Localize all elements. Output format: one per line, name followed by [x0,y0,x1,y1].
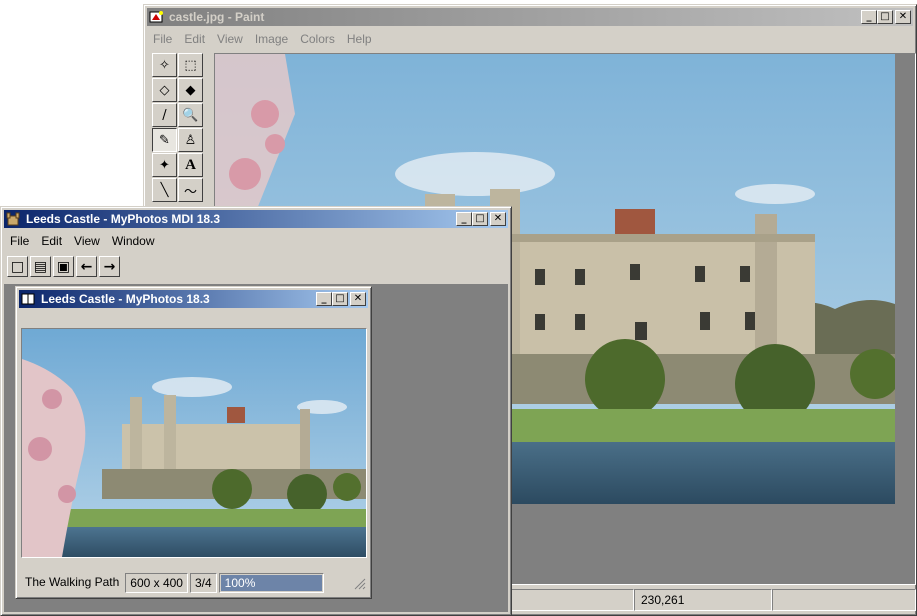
child-status-bar: The Walking Path 600 x 400 3/4 100% [21,572,366,594]
paint-title-bar[interactable]: castle.jpg - Paint _ □ ✕ [147,8,913,26]
child-title-bar[interactable]: Leeds Castle - MyPhotos 18.3 _ □ ✕ [19,290,368,308]
back-arrow-icon[interactable]: ← [76,256,97,277]
magnifier-tool-icon[interactable]: 🔍 [178,103,203,127]
child-minimize-button[interactable]: _ [316,292,332,306]
paint-menu-file[interactable]: File [147,32,178,46]
zoom-progress-fill: 100% [220,575,322,591]
zoom-progress-panel: 100% [218,573,324,593]
rect-select-tool-icon[interactable]: ⬚ [178,53,203,77]
new-file-icon[interactable]: □ [7,256,28,277]
photo-position: 3/4 [189,573,217,593]
paint-minimize-button[interactable]: _ [861,10,877,24]
paint-menu-image[interactable]: Image [249,32,294,46]
castle-app-icon [6,212,22,226]
child-castle-image [22,329,366,557]
mdi-minimize-button[interactable]: _ [456,212,472,226]
airbrush-tool-icon[interactable]: ✦ [152,153,177,177]
photo-dimensions: 600 x 400 [125,573,188,593]
mdi-maximize-button[interactable]: □ [472,212,488,226]
mdi-close-button[interactable]: ✕ [490,212,506,226]
free-select-tool-icon[interactable]: ✧ [152,53,177,77]
mdi-title-bar[interactable]: Leeds Castle - MyPhotos MDI 18.3 _ □ ✕ [4,210,508,228]
paint-menu-colors[interactable]: Colors [294,32,341,46]
paint-status-coords: 230,261 [634,589,772,611]
photo-caption: The Walking Path [25,575,120,589]
mdi-menu-file[interactable]: File [4,234,35,248]
mdi-menu-bar: File Edit View Window [4,232,508,250]
paint-menu-edit[interactable]: Edit [178,32,211,46]
mdi-menu-view[interactable]: View [68,234,106,248]
paint-menu-bar: File Edit View Image Colors Help [147,30,913,48]
child-window-title: Leeds Castle - MyPhotos 18.3 [41,292,210,306]
line-tool-icon[interactable]: ╲ [152,178,177,202]
paint-toolbox: ✧ ⬚ ◇ ◆ / 🔍 ✎ ♙ ✦ A ╲ 〜 [152,53,208,202]
photo-book-icon [21,292,37,306]
child-maximize-button[interactable]: □ [332,292,348,306]
photo-child-window[interactable]: Leeds Castle - MyPhotos 18.3 _ □ ✕ The W… [15,286,372,599]
curve-tool-icon[interactable]: 〜 [178,178,203,202]
mdi-toolbar: □ ▤ ▣ ← → [7,256,120,280]
pencil-tool-icon[interactable]: ✎ [152,128,177,152]
paint-app-icon [149,10,165,24]
save-disk-icon[interactable]: ▣ [53,256,74,277]
open-folder-icon[interactable]: ▤ [30,256,51,277]
fill-tool-icon[interactable]: ◆ [178,78,203,102]
mdi-menu-window[interactable]: Window [106,234,161,248]
paint-menu-view[interactable]: View [211,32,249,46]
paint-maximize-button[interactable]: □ [877,10,893,24]
resize-grip-icon[interactable] [352,576,366,590]
brush-tool-icon[interactable]: ♙ [178,128,203,152]
forward-arrow-icon[interactable]: → [99,256,120,277]
paint-status-size [772,589,916,611]
paint-window-title: castle.jpg - Paint [169,10,265,24]
paint-close-button[interactable]: ✕ [895,10,911,24]
child-close-button[interactable]: ✕ [350,292,366,306]
paint-menu-help[interactable]: Help [341,32,378,46]
text-tool-icon[interactable]: A [178,153,203,177]
eraser-tool-icon[interactable]: ◇ [152,78,177,102]
mdi-window-title: Leeds Castle - MyPhotos MDI 18.3 [26,212,221,226]
mdi-menu-edit[interactable]: Edit [35,234,68,248]
color-picker-tool-icon[interactable]: / [152,103,177,127]
photo-display[interactable] [21,328,367,558]
